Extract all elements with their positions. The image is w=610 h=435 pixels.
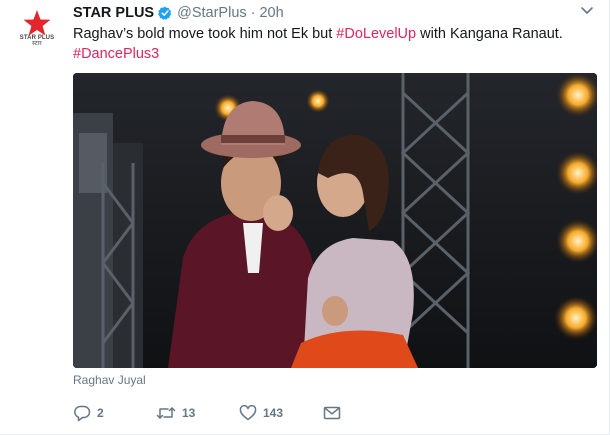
tweet-text-line-2: #DancePlus3 [73, 44, 593, 64]
photo-couple-on-stage [73, 73, 597, 368]
avatar[interactable]: STAR PLUS स्टार [12, 8, 62, 58]
separator-dot: · [250, 5, 256, 21]
tweet-header: STAR PLUS @StarPlus · 20h [73, 3, 284, 23]
heart-icon [239, 405, 257, 421]
reply-count: 2 [97, 406, 104, 420]
display-name[interactable]: STAR PLUS [73, 5, 154, 21]
tweet-timestamp[interactable]: 20h [259, 5, 283, 21]
logo-subtext: स्टार [32, 41, 42, 47]
chevron-down-icon[interactable] [580, 6, 594, 16]
envelope-icon [323, 406, 341, 420]
retweet-icon [156, 407, 176, 419]
reply-icon [74, 405, 91, 422]
like-count: 143 [263, 406, 284, 420]
retweet-button[interactable]: 13 [156, 405, 239, 421]
user-handle[interactable]: @StarPlus [177, 5, 247, 21]
star-plus-logo-icon [23, 10, 51, 36]
media-caption[interactable]: Raghav Juyal [73, 373, 146, 387]
verified-badge-icon [158, 6, 172, 20]
like-button[interactable]: 143 [239, 405, 323, 421]
tweet-text: Raghav’s bold move took him not Ek but #… [73, 24, 593, 64]
text-segment: with Kangana Ranaut. [416, 26, 563, 42]
text-segment: Raghav’s bold move took him not Ek but [73, 26, 337, 42]
tweet-text-line-1: Raghav’s bold move took him not Ek but #… [73, 24, 593, 44]
hashtag-link[interactable]: #DancePlus3 [73, 46, 159, 62]
retweet-count: 13 [182, 406, 196, 420]
hashtag-link[interactable]: #DoLevelUp [336, 26, 416, 42]
reply-button[interactable]: 2 [73, 404, 156, 422]
direct-message-button[interactable] [323, 406, 341, 420]
tweet-actions: 2 13 143 [73, 398, 341, 428]
tweet-media-image[interactable] [73, 73, 597, 368]
